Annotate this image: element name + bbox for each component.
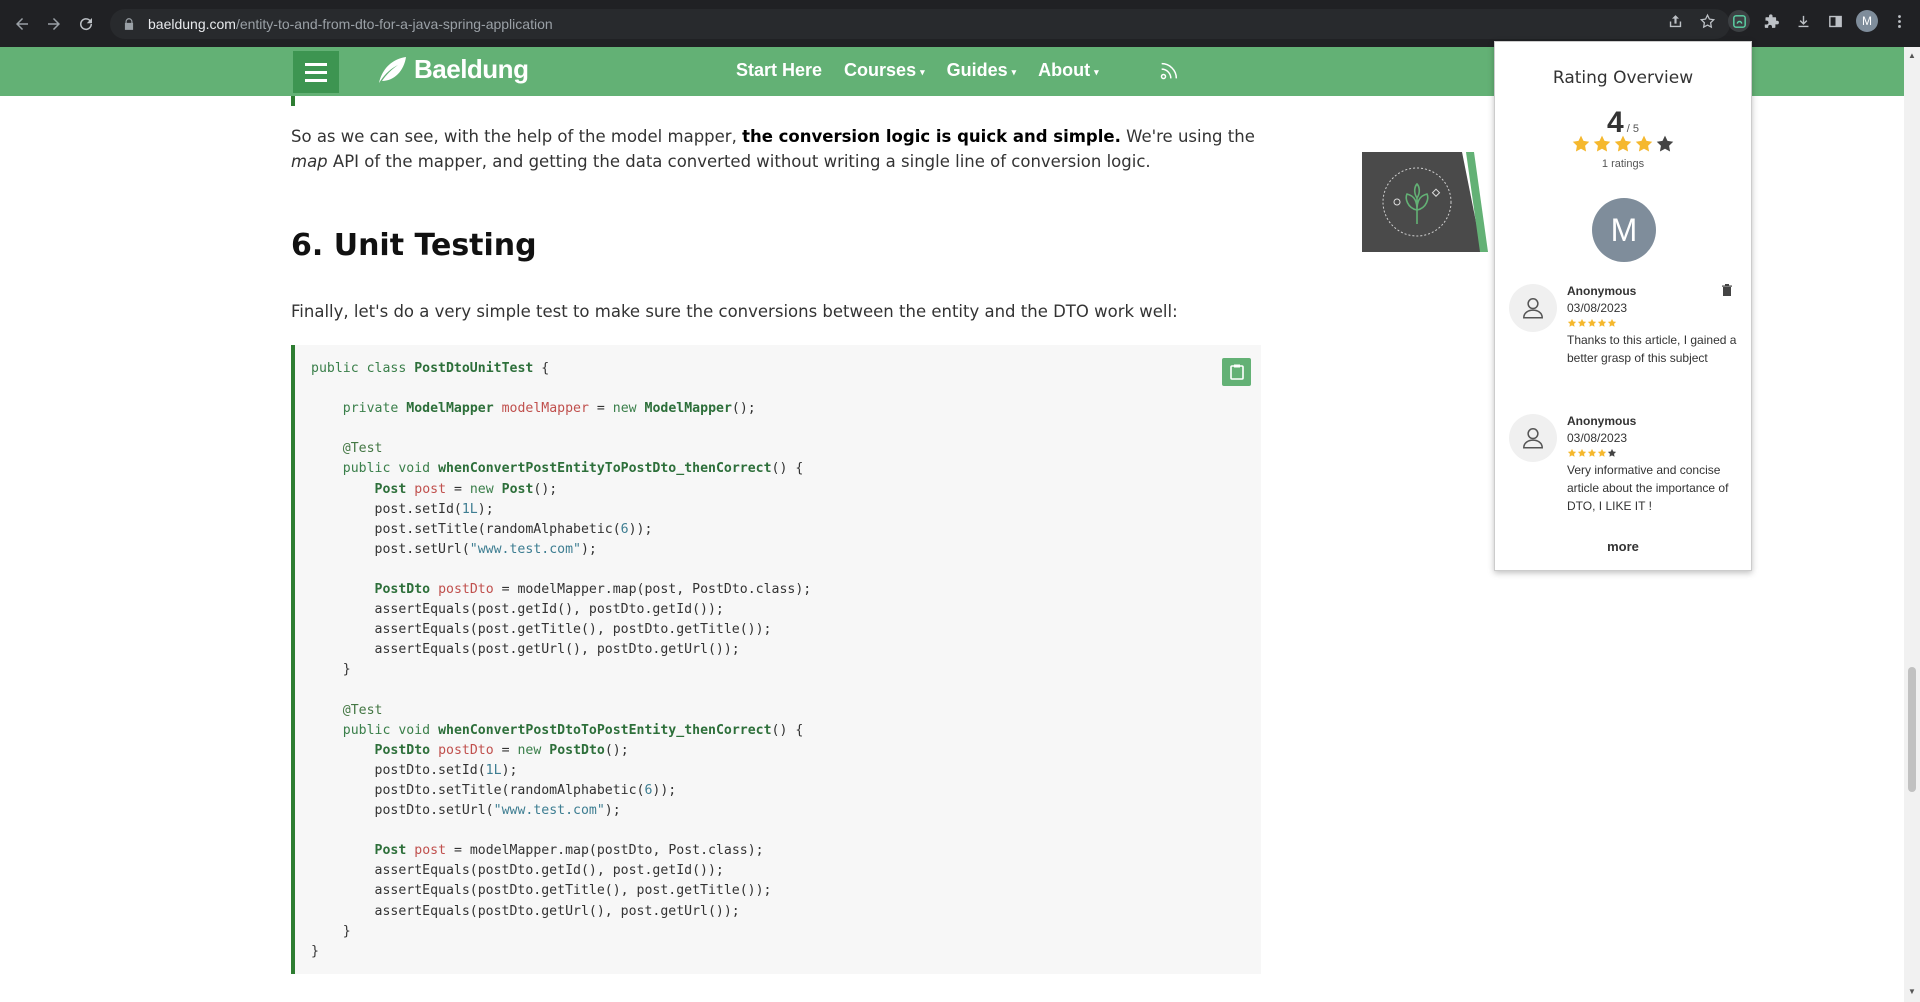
browser-toolbar: baeldung.com/entity-to-and-from-dto-for-… [0, 0, 1920, 47]
review-stars [1567, 318, 1737, 328]
share-icon[interactable] [1664, 10, 1686, 32]
url-path: /entity-to-and-from-dto-for-a-java-sprin… [235, 16, 553, 32]
star-filled-icon [1577, 448, 1587, 457]
extensions-puzzle-icon[interactable] [1760, 10, 1782, 32]
trash-icon[interactable] [1721, 284, 1733, 296]
scroll-thumb[interactable] [1908, 667, 1916, 792]
nav-guides[interactable]: Guides ▾ [947, 60, 1017, 81]
forward-icon[interactable] [40, 10, 68, 38]
caret-down-icon: ▾ [920, 67, 925, 77]
user-icon [1509, 414, 1557, 462]
clipboard-icon [1229, 364, 1244, 380]
brand-name: Baeldung [414, 54, 529, 84]
star-empty-icon [1607, 448, 1617, 457]
article-paragraph: Finally, let's do a very simple test to … [291, 302, 1178, 321]
back-icon[interactable] [8, 10, 36, 38]
address-bar[interactable]: baeldung.com/entity-to-and-from-dto-for-… [110, 9, 1730, 39]
star-filled-icon [1614, 135, 1632, 152]
star-empty-icon [1656, 135, 1674, 152]
user-avatar: M [1592, 198, 1656, 262]
review-text: Very informative and concise article abo… [1567, 463, 1729, 513]
review-date: 03/08/2023 [1567, 301, 1628, 315]
article-paragraph: So as we can see, with the help of the m… [291, 127, 1255, 171]
star-filled-icon [1587, 448, 1597, 457]
star-filled-icon [1567, 448, 1577, 457]
ad-banner-image[interactable] [1362, 152, 1492, 252]
reviewer-name: Anonymous [1567, 284, 1637, 298]
main-nav: Start Here Courses ▾ Guides ▾ About ▾ [736, 60, 1099, 81]
rating-overview-popup: Rating Overview 4 / 5 1 ratings M Anonym… [1494, 41, 1752, 571]
profile-avatar[interactable]: M [1856, 10, 1878, 32]
kebab-menu-icon[interactable] [1888, 10, 1910, 32]
rating-extension-icon[interactable] [1728, 10, 1750, 32]
lock-icon [124, 18, 134, 30]
site-logo[interactable]: Baeldung [376, 54, 529, 85]
nav-start-here[interactable]: Start Here [736, 60, 822, 81]
rating-stars [1495, 134, 1751, 154]
side-panel-icon[interactable] [1824, 10, 1846, 32]
previous-code-block-edge [291, 96, 295, 106]
code-block[interactable]: public class PostDtoUnitTest { private M… [291, 345, 1261, 974]
review-stars [1567, 448, 1737, 458]
rating-count: 1 ratings [1601, 158, 1645, 170]
url-host: baeldung.com [148, 16, 236, 32]
download-icon[interactable] [1792, 10, 1814, 32]
nav-about[interactable]: About ▾ [1038, 60, 1099, 81]
review-text: Thanks to this article, I gained a bette… [1567, 333, 1737, 365]
hamburger-menu-icon[interactable] [293, 51, 339, 93]
nav-courses[interactable]: Courses ▾ [844, 60, 925, 81]
star-filled-icon [1597, 448, 1607, 457]
user-icon [1509, 284, 1557, 332]
code-text: public class PostDtoUnitTest { private M… [311, 361, 812, 959]
star-filled-icon [1597, 318, 1607, 327]
leaf-logo-icon [379, 56, 406, 83]
scroll-up-icon[interactable]: ▲ [1908, 51, 1916, 60]
section-heading: 6. Unit Testing [291, 228, 537, 263]
more-reviews-link[interactable]: more [1495, 539, 1751, 554]
star-filled-icon [1593, 135, 1611, 152]
rss-feed-icon[interactable] [1158, 60, 1180, 82]
reviewer-name: Anonymous [1567, 414, 1637, 428]
page-scrollbar[interactable]: ▲ ▼ [1904, 47, 1920, 1002]
star-filled-icon [1572, 135, 1590, 152]
star-filled-icon [1635, 135, 1653, 152]
star-filled-icon [1567, 318, 1577, 327]
star-filled-icon [1577, 318, 1587, 327]
copy-code-button[interactable] [1222, 358, 1251, 386]
caret-down-icon: ▾ [1011, 67, 1017, 77]
popup-title: Rating Overview [1552, 68, 1694, 88]
scroll-down-icon[interactable]: ▼ [1908, 987, 1916, 996]
star-filled-icon [1587, 318, 1597, 327]
caret-down-icon: ▾ [1094, 67, 1099, 77]
star-filled-icon [1607, 318, 1617, 327]
bookmark-star-icon[interactable] [1696, 10, 1718, 32]
review-date: 03/08/2023 [1567, 431, 1628, 445]
reload-icon[interactable] [72, 10, 100, 38]
